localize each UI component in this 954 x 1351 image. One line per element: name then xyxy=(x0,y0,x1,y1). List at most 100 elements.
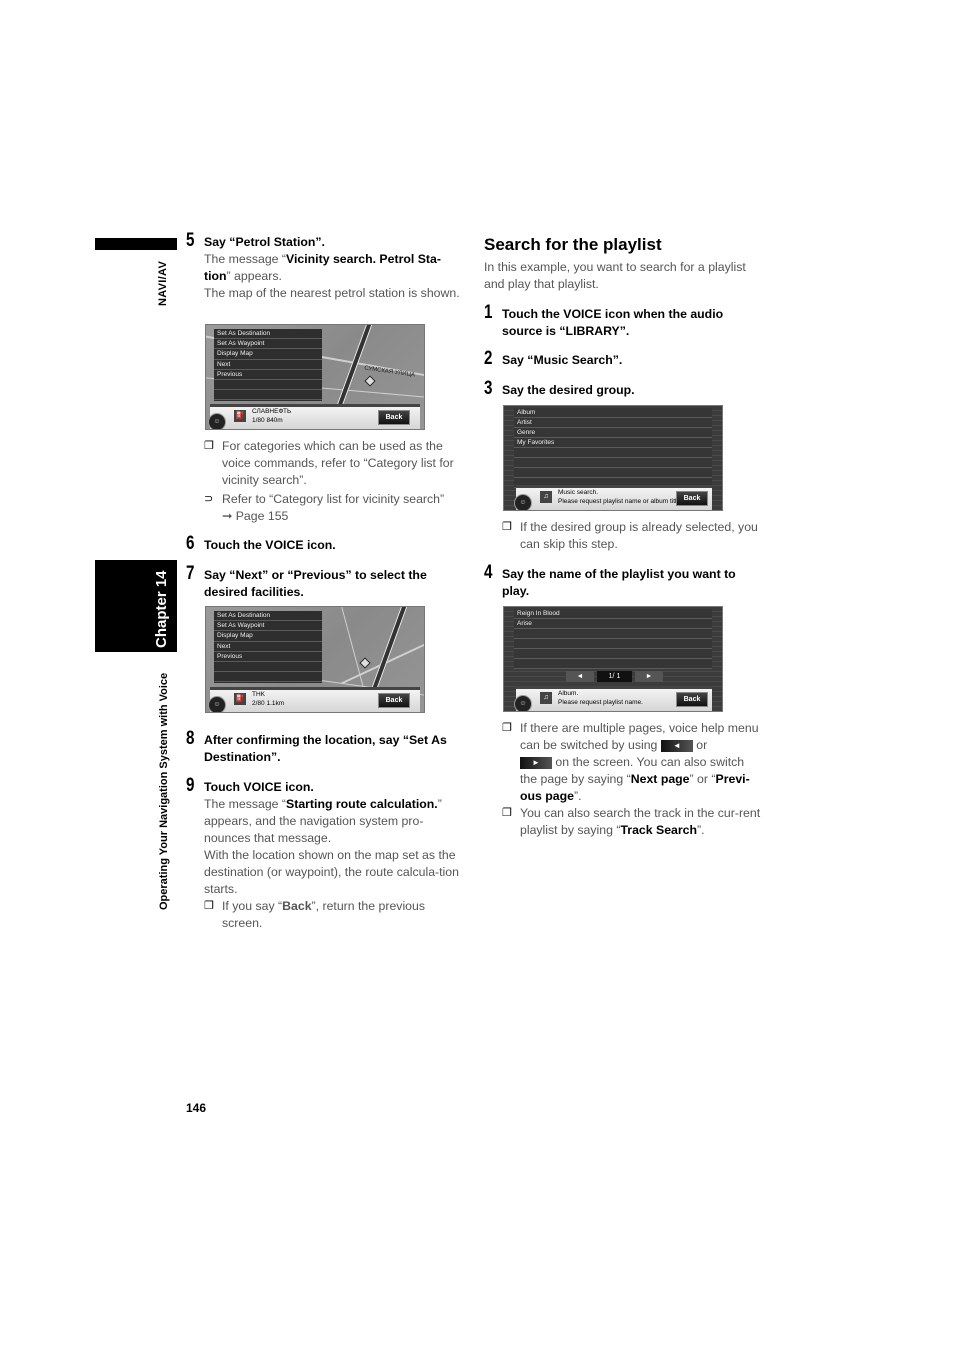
note: ❐ If the desired group is already selecte… xyxy=(502,519,778,553)
screenshot-vicinity-map-1: СУМСКАЯ УЛИЦА Set As Destination Set As … xyxy=(205,324,425,430)
menu-item[interactable]: Next xyxy=(214,642,322,652)
list-item[interactable]: Album xyxy=(514,408,712,418)
section-heading: Search for the playlist xyxy=(484,235,662,254)
facility-name: СЛАВНЕФТЬ xyxy=(252,408,292,415)
status-bar: ☺ ♫ Music search. Please request playlis… xyxy=(514,485,712,510)
menu-item xyxy=(214,380,322,391)
facility-info: 1/80 840m xyxy=(252,417,283,424)
back-button[interactable]: Back xyxy=(378,693,410,708)
note: ❐ If you say “Back”, return the previous … xyxy=(204,898,466,932)
step-8-title: After confirming the location, say “Set … xyxy=(204,733,447,764)
menu-item[interactable]: Next xyxy=(214,360,322,370)
list-item[interactable]: Genre xyxy=(514,428,712,438)
voice-icon[interactable]: ☺ xyxy=(208,696,226,712)
screenshot-music-search: Album Artist Genre My Favorites ☺ ♫ Musi… xyxy=(503,405,723,511)
menu-item[interactable]: Previous xyxy=(214,652,322,662)
reference-text[interactable]: Refer to “Category list for vicinity sea… xyxy=(222,492,444,506)
note: ❐ For categories which can be used as the… xyxy=(204,438,466,489)
title-text: icon. xyxy=(303,538,336,552)
list-item xyxy=(514,639,712,649)
step-5: Say “Petrol Station”. The message “Vicin… xyxy=(204,234,466,302)
category-icon: ⛽ xyxy=(234,693,246,705)
voice-icon[interactable]: ☺ xyxy=(514,695,532,711)
page-reference-link[interactable]: ➞ Page 155 xyxy=(222,509,288,523)
note-text: If there are multiple pages, voice help … xyxy=(520,721,759,752)
menu-item[interactable]: Set As Waypoint xyxy=(214,621,322,632)
reference-arrow-icon: ⊃ xyxy=(204,493,214,505)
group-list: Album Artist Genre My Favorites xyxy=(514,408,712,488)
menu-item[interactable]: Set As Destination xyxy=(214,611,322,622)
list-item[interactable]: Reign In Blood xyxy=(514,609,712,619)
list-item xyxy=(514,659,712,669)
status-bar: ☺ ⛽ СЛАВНЕФТЬ 1/80 840m Back xyxy=(208,404,420,429)
list-item xyxy=(514,458,712,468)
back-button[interactable]: Back xyxy=(676,491,708,506)
step-number: 3 xyxy=(484,378,493,399)
menu-item[interactable]: Display Map xyxy=(214,349,322,360)
checkbox-bullet-icon: ❐ xyxy=(502,722,512,734)
playlist-list: Reign In Blood Arise xyxy=(514,609,712,669)
step-number: 7 xyxy=(186,563,195,584)
voice-menu: Set As Destination Set As Waypoint Displ… xyxy=(214,329,322,401)
note-text: ”. xyxy=(697,823,705,837)
note-text: If you say “ xyxy=(222,899,283,913)
body-text: The message “ xyxy=(204,797,287,811)
next-page-button-icon: ► xyxy=(520,756,552,769)
page-number: 146 xyxy=(186,1101,207,1115)
menu-item xyxy=(214,662,322,673)
list-item[interactable]: Arise xyxy=(514,619,712,629)
checkbox-bullet-icon: ❐ xyxy=(204,900,214,912)
chapter-tab-label: Chapter 14 xyxy=(153,570,170,648)
step-number: 5 xyxy=(186,230,195,251)
status-bar: ☺ ♫ Album. Please request playlist name.… xyxy=(514,686,712,711)
previous-page-button-icon: ◄ xyxy=(660,739,693,752)
back-button[interactable]: Back xyxy=(676,692,708,707)
step-6-title: Touch the VOICE icon. xyxy=(204,537,336,554)
voice-icon[interactable]: ☺ xyxy=(514,494,532,510)
status-prompt: Please request playlist name. xyxy=(558,699,643,706)
list-item[interactable]: Artist xyxy=(514,418,712,428)
note: ❐ You can also search the track in the cu… xyxy=(502,805,764,839)
list-item xyxy=(514,629,712,639)
back-button[interactable]: Back xyxy=(378,410,410,425)
facility-info: 2/80 1.1km xyxy=(252,700,285,707)
step-title: Touch VOICE icon. xyxy=(204,780,314,794)
next-page-button[interactable]: ► xyxy=(635,671,663,682)
menu-item xyxy=(214,390,322,401)
voice-menu: Set As Destination Set As Waypoint Displ… xyxy=(214,611,322,683)
list-item xyxy=(514,448,712,458)
reference: ⊃ Refer to “Category list for vicinity se… xyxy=(204,491,466,525)
step-1-title: Touch the VOICE icon when the audio sour… xyxy=(502,307,724,338)
screenshot-playlist-results: Reign In Blood Arise ◄ 1/ 1 ► ☺ ♫ Album.… xyxy=(503,606,723,712)
step-body: The map of the nearest petrol station is… xyxy=(204,286,460,300)
status-message: Music search. xyxy=(558,489,599,496)
step-2-title: Say “Music Search”. xyxy=(502,353,623,367)
chapter-title-text: Operating Your Navigation System with Vo… xyxy=(158,672,170,910)
body-text: ” appears. xyxy=(226,269,282,283)
menu-item[interactable]: Set As Destination xyxy=(214,329,322,340)
message-text: Starting route calculation. xyxy=(286,797,438,811)
menu-item[interactable]: Set As Waypoint xyxy=(214,339,322,350)
step-body: The message “Vicinity search. Petrol Sta… xyxy=(204,251,466,285)
menu-item[interactable]: Display Map xyxy=(214,631,322,642)
step-number: 2 xyxy=(484,348,493,369)
note-text: ” or “ xyxy=(689,772,716,786)
note-text: For categories which can be used as the … xyxy=(222,439,454,487)
step-number: 4 xyxy=(484,562,493,583)
chapter-tab: Chapter 14 xyxy=(95,560,177,652)
checkbox-bullet-icon: ❐ xyxy=(204,440,214,452)
body-text: The message “ xyxy=(204,252,287,266)
note-bold-text: Back xyxy=(282,899,312,913)
menu-item xyxy=(214,672,322,683)
previous-page-button[interactable]: ◄ xyxy=(566,671,594,682)
music-search-icon: ♫ xyxy=(540,692,552,704)
step-number: 8 xyxy=(186,728,195,749)
intro-text: In this example, you want to search for … xyxy=(484,260,746,291)
voice-icon[interactable]: ☺ xyxy=(208,413,226,429)
title-text: Touch the xyxy=(204,538,266,552)
step-number: 6 xyxy=(186,533,195,554)
section-tab-bar xyxy=(95,238,177,250)
page-indicator: 1/ 1 xyxy=(597,671,632,682)
list-item[interactable]: My Favorites xyxy=(514,438,712,448)
menu-item[interactable]: Previous xyxy=(214,370,322,380)
